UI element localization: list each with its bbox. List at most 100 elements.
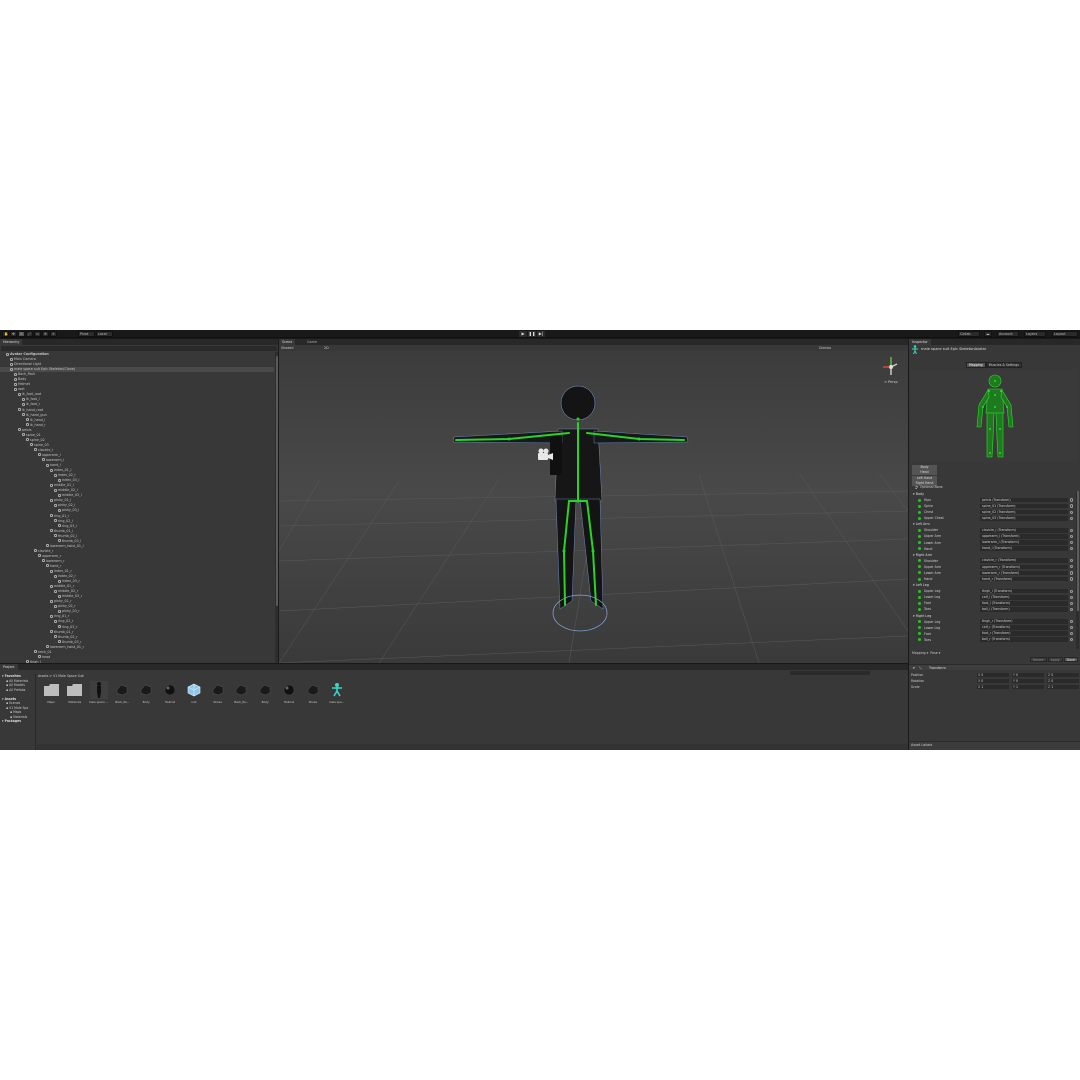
project-asset-item[interactable]: Body	[135, 681, 157, 709]
object-picker-icon[interactable]	[1070, 547, 1074, 551]
transform-z-field[interactable]: Z1	[1047, 684, 1079, 690]
transform-y-field[interactable]: Y0	[1012, 672, 1044, 678]
tab-mapping[interactable]: Mapping	[966, 362, 986, 368]
object-picker-icon[interactable]	[1070, 510, 1074, 514]
persp-label[interactable]: < Persp	[884, 380, 898, 384]
project-asset-item[interactable]: Helmet	[278, 681, 300, 709]
bone-transform-field[interactable]: foot_l (Transform)	[980, 601, 1068, 606]
object-picker-icon[interactable]	[1070, 625, 1074, 630]
object-picker-icon[interactable]	[1070, 534, 1074, 539]
project-asset-item[interactable]: Back_Pa...	[230, 681, 252, 709]
hierarchy-scrollbar[interactable]	[275, 352, 278, 663]
done-button[interactable]: Done	[1063, 657, 1078, 662]
project-asset-item[interactable]: male space ...	[88, 681, 110, 709]
account-dropdown[interactable]: Account	[997, 331, 1019, 337]
avatar-body-preview[interactable]	[911, 369, 1078, 461]
pivot-button[interactable]: Pivot	[78, 331, 95, 337]
transform-x-field[interactable]: X1	[977, 684, 1009, 690]
bone-transform-field[interactable]: pelvis (Transform)	[980, 497, 1068, 503]
object-picker-icon[interactable]	[1070, 540, 1074, 545]
object-picker-icon[interactable]	[1070, 571, 1074, 575]
project-asset-item[interactable]: Helmet	[159, 681, 181, 709]
cloud-icon[interactable]: ☁	[984, 331, 992, 337]
body-button[interactable]: Body	[912, 465, 937, 470]
object-picker-icon[interactable]	[1070, 498, 1074, 502]
project-tree-item[interactable]: ▾ Packages	[0, 719, 35, 724]
bone-transform-field[interactable]: spine_01 (Transform)	[980, 503, 1068, 509]
layers-dropdown[interactable]: Layers	[1024, 331, 1046, 337]
bone-transform-field[interactable]: hand_l (Transform)	[980, 546, 1068, 551]
bone-transform-field[interactable]: thigh_r (Transform)	[980, 619, 1068, 624]
inspector-scrollbar[interactable]	[1076, 491, 1079, 649]
bone-transform-field[interactable]: calf_r (Transform)	[980, 625, 1068, 630]
bone-transform-field[interactable]: spine_03 (Transform)	[980, 515, 1068, 521]
bone-transform-field[interactable]: calf_l (Transform)	[980, 594, 1068, 600]
transform-y-field[interactable]: Y0	[1012, 678, 1044, 684]
local-button[interactable]: Local	[96, 331, 113, 337]
object-picker-icon[interactable]	[1070, 528, 1074, 532]
bone-transform-field[interactable]: clavicle_l (Transform)	[980, 528, 1068, 533]
project-asset-item[interactable]: Maps	[40, 681, 62, 709]
tab-project[interactable]: Project	[0, 664, 18, 670]
object-picker-icon[interactable]	[1070, 638, 1074, 642]
bone-transform-field[interactable]: foot_r (Transform)	[980, 631, 1068, 636]
layout-dropdown[interactable]: Layout	[1052, 331, 1078, 337]
rect-tool-icon[interactable]: ▭	[34, 331, 41, 337]
transform-z-field[interactable]: Z0	[1047, 672, 1079, 678]
object-picker-icon[interactable]	[1070, 607, 1074, 611]
foldout-arrow-icon[interactable]: ▾	[913, 665, 915, 671]
hierarchy-row[interactable]: thigh_l	[0, 660, 274, 663]
pause-button[interactable]: ❚❚	[528, 331, 536, 337]
pose-dropdown[interactable]: Pose	[930, 651, 937, 655]
project-asset-item[interactable]: Shoes	[302, 681, 324, 709]
project-asset-item[interactable]: Shoes	[207, 681, 229, 709]
object-picker-icon[interactable]	[1070, 516, 1074, 520]
bone-transform-field[interactable]: ball_r (Transform)	[980, 637, 1068, 643]
rotate-tool-icon[interactable]: ↻	[18, 331, 25, 337]
object-picker-icon[interactable]	[1070, 619, 1074, 624]
bone-transform-field[interactable]: upperarm_l (Transform)	[980, 534, 1068, 539]
bone-transform-field[interactable]: hand_r (Transform)	[980, 576, 1068, 582]
object-picker-icon[interactable]	[1070, 601, 1074, 605]
bone-transform-field[interactable]: lowerarm_r (Transform)	[980, 570, 1068, 576]
transform-tool-icon[interactable]: ⊕	[42, 331, 49, 337]
left-hand-button[interactable]: Left Hand	[912, 475, 937, 481]
collab-button[interactable]: Collab	[958, 331, 980, 337]
transform-y-field[interactable]: Y1	[1012, 684, 1044, 690]
bone-transform-field[interactable]: clavicle_r (Transform)	[980, 558, 1068, 564]
object-picker-icon[interactable]	[1070, 589, 1074, 593]
project-breadcrumb[interactable]: Assets > V1 Male Space Suit	[38, 674, 84, 678]
tab-hierarchy[interactable]: Hierarchy	[0, 339, 23, 345]
mapping-dropdown[interactable]: Mapping	[912, 651, 926, 655]
project-asset-item[interactable]: male spa...	[326, 681, 348, 709]
bone-transform-field[interactable]: lowerarm_l (Transform)	[980, 540, 1068, 545]
transform-x-field[interactable]: X0	[977, 678, 1009, 684]
object-picker-icon[interactable]	[1070, 595, 1074, 599]
project-asset-item[interactable]: Materials	[64, 681, 86, 709]
transform-x-field[interactable]: X0	[977, 672, 1009, 678]
bone-transform-field[interactable]: thigh_l (Transform)	[980, 588, 1068, 594]
transform-header[interactable]: ▾ ⤡ Transform	[909, 664, 1080, 670]
tab-muscles-settings[interactable]: Muscles & Settings	[985, 362, 1022, 368]
bone-transform-field[interactable]: upperarm_r (Transform)	[980, 564, 1068, 570]
move-tool-icon[interactable]: ✥	[10, 331, 17, 337]
scale-tool-icon[interactable]: ⤢	[26, 331, 33, 337]
project-asset-item[interactable]: root	[183, 681, 205, 709]
hand-tool-icon[interactable]: ✋	[2, 331, 9, 337]
scene-viewport[interactable]: < Persp	[279, 351, 908, 663]
object-picker-icon[interactable]	[1070, 504, 1074, 508]
asset-labels-bar[interactable]: Asset Labels	[909, 741, 1080, 750]
inspector-scroll-thumb[interactable]	[1076, 491, 1079, 611]
revert-button[interactable]: Revert	[1030, 657, 1047, 662]
bone-transform-field[interactable]: ball_l (Transform)	[980, 607, 1068, 612]
hierarchy-search-input[interactable]	[1, 346, 277, 351]
apply-button[interactable]: Apply	[1047, 657, 1063, 662]
project-asset-item[interactable]: Body	[254, 681, 276, 709]
transform-z-field[interactable]: Z0	[1047, 678, 1079, 684]
play-button[interactable]: ▶	[519, 331, 527, 337]
head-button[interactable]: Head	[912, 470, 937, 476]
object-picker-icon[interactable]	[1070, 565, 1074, 569]
project-asset-item[interactable]: Back_Pa...	[111, 681, 133, 709]
custom-tool-icon[interactable]: ✕	[50, 331, 57, 337]
bone-transform-field[interactable]: spine_02 (Transform)	[980, 509, 1068, 515]
